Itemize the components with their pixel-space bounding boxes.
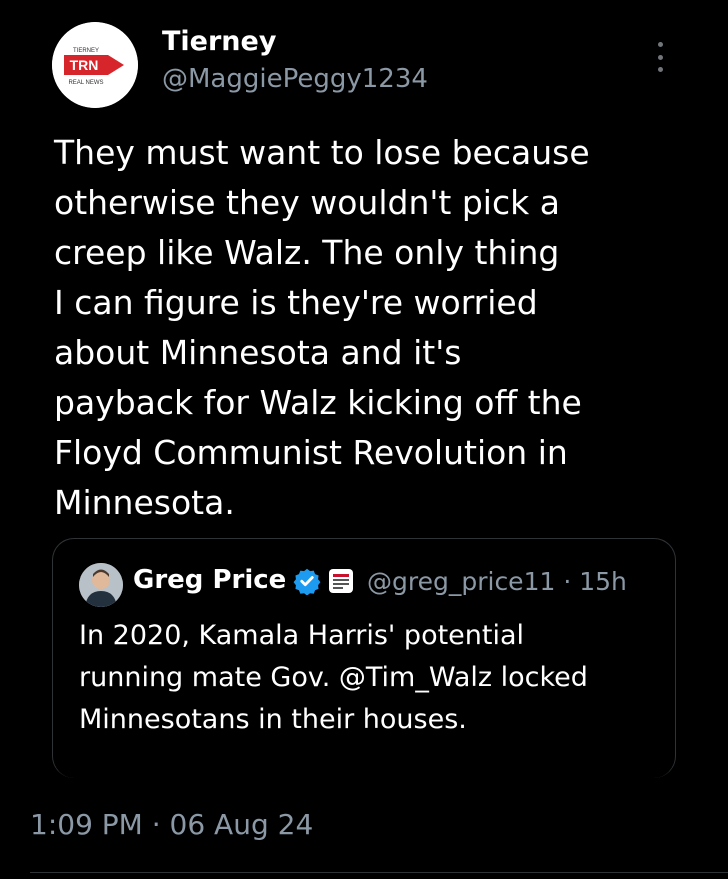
verified-badge-icon	[293, 568, 321, 595]
quote-author-handle-time[interactable]: @greg_price11 · 15h	[367, 567, 627, 596]
affiliation-badge-icon	[329, 569, 353, 593]
author-handle[interactable]: @MaggiePeggy1234	[162, 64, 428, 94]
svg-text:REAL NEWS: REAL NEWS	[68, 80, 103, 86]
trn-logo: TIERNEY TRN REAL NEWS	[52, 22, 138, 108]
quote-text: In 2020, Kamala Harris' potential runnin…	[79, 620, 588, 735]
quoted-tweet[interactable]: Greg Price @greg_price11 · 15h In 2020, …	[52, 538, 676, 778]
quote-author-name[interactable]: Greg Price	[133, 565, 286, 595]
tweet-text: They must want to lose because otherwise…	[54, 133, 590, 522]
more-options-button[interactable]	[648, 40, 672, 74]
svg-text:TIERNEY: TIERNEY	[73, 48, 99, 54]
more-vertical-icon	[657, 42, 663, 47]
svg-text:TRN: TRN	[70, 57, 99, 73]
author-display-name[interactable]: Tierney	[162, 26, 276, 57]
quote-author-avatar[interactable]	[79, 563, 123, 607]
tweet-author-avatar[interactable]: TIERNEY TRN REAL NEWS	[52, 22, 138, 108]
tweet-timestamp[interactable]: 1:09 PM · 06 Aug 24	[30, 808, 313, 841]
divider	[30, 872, 728, 873]
